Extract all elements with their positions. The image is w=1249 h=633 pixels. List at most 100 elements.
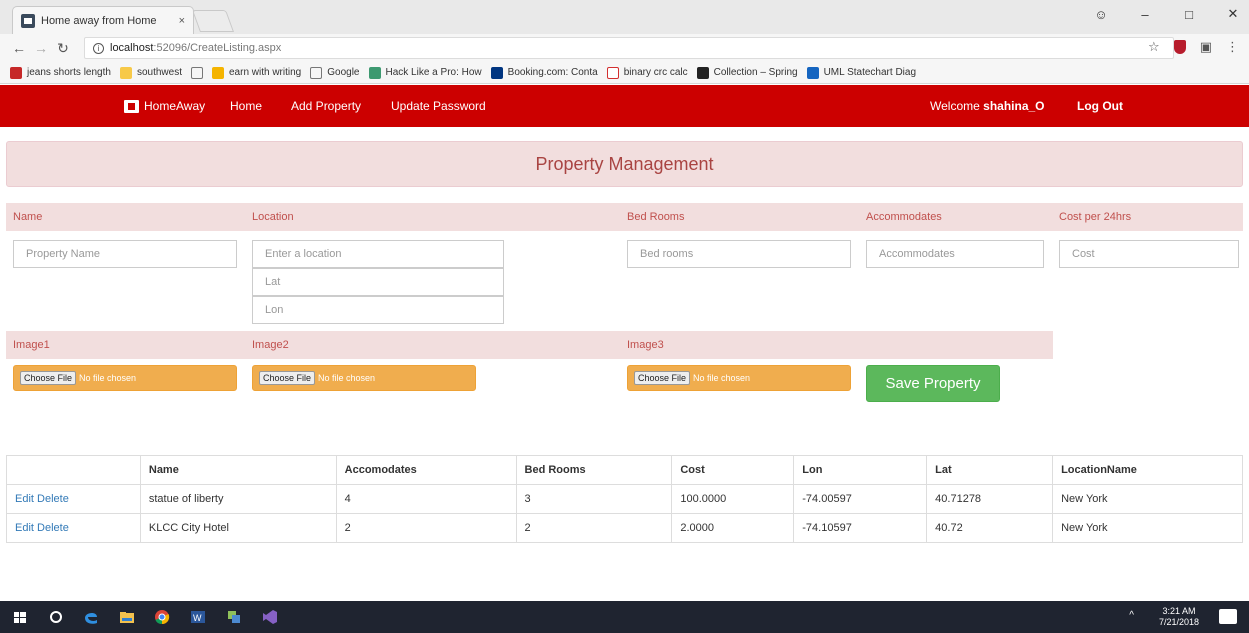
cell-lon: -74.10597 — [793, 513, 928, 543]
cell-cost: 100.0000 — [671, 484, 795, 514]
new-tab-button[interactable] — [191, 10, 235, 32]
row-actions: Edit Delete — [6, 513, 141, 543]
column-header: Cost — [671, 455, 795, 485]
maximize-icon[interactable]: □ — [1179, 7, 1199, 22]
info-icon[interactable]: i — [93, 42, 104, 54]
nav-home[interactable]: Home — [230, 99, 262, 113]
column-header: Name — [139, 455, 337, 485]
browser-tab[interactable]: Home away from Home × — [12, 6, 194, 34]
ublock-extension-icon[interactable] — [1173, 40, 1186, 54]
cell-accomodates: 2 — [335, 513, 517, 543]
lon-input[interactable]: Lon — [252, 296, 504, 324]
site-favicon-icon — [21, 13, 35, 28]
brand-link[interactable]: HomeAway — [124, 99, 205, 113]
property-name-input[interactable]: Property Name — [13, 240, 237, 268]
image1-file-input[interactable]: Choose File No file chosen — [13, 365, 237, 391]
site-navbar: HomeAway Home Add Property Update Passwo… — [0, 85, 1249, 127]
choose-file-button[interactable]: Choose File — [259, 371, 316, 385]
bookmark-item[interactable]: binary crc calc — [606, 66, 688, 79]
bookmark-item[interactable]: southwest — [119, 66, 182, 79]
bookmark-item[interactable]: Google — [310, 66, 360, 79]
save-property-button[interactable]: Save Property — [866, 365, 1000, 402]
clock-time: 3:21 AM — [1162, 606, 1196, 616]
bookmark-item[interactable]: Booking.com: Conta — [490, 66, 598, 79]
cell-lat: 40.72 — [926, 513, 1054, 543]
action-center-icon[interactable] — [1219, 609, 1237, 624]
bookmark-favicon-icon — [211, 66, 224, 79]
edge-browser-icon[interactable] — [83, 609, 99, 625]
back-icon[interactable]: ← — [8, 40, 30, 56]
column-header: Accomodates — [335, 455, 517, 485]
accommodates-input[interactable]: Accommodates — [866, 240, 1044, 268]
image2-file-input[interactable]: Choose File No file chosen — [252, 365, 476, 391]
tab-title: Home away from Home — [41, 14, 157, 27]
bookmark-favicon-icon — [119, 66, 132, 79]
windows-start-icon[interactable] — [12, 609, 28, 625]
image-label-band — [6, 331, 1053, 359]
bookmark-item[interactable]: UML Statechart Diag — [806, 66, 916, 79]
cost-input[interactable]: Cost — [1059, 240, 1239, 268]
image3-file-input[interactable]: Choose File No file chosen — [627, 365, 851, 391]
username: shahina_O — [983, 99, 1045, 113]
edit-link[interactable]: Edit — [15, 522, 34, 534]
location-input[interactable]: Enter a location — [252, 240, 504, 268]
bookmark-item[interactable] — [190, 66, 203, 79]
bookmark-favicon-icon — [696, 66, 709, 79]
choose-file-button[interactable]: Choose File — [634, 371, 691, 385]
cast-icon[interactable]: ▣ — [1200, 39, 1212, 55]
cell-location: New York — [1052, 484, 1243, 514]
edit-link[interactable]: Edit — [15, 493, 34, 505]
tray-overflow-icon[interactable]: ^ — [1129, 610, 1134, 621]
table-header-row: Name Accomodates Bed Rooms Cost Lon Lat … — [6, 455, 1243, 485]
cell-lon: -74.00597 — [793, 484, 928, 514]
minimize-icon[interactable]: – — [1135, 7, 1155, 22]
reload-icon[interactable]: ↻ — [52, 40, 74, 57]
bookmark-favicon-icon — [606, 66, 619, 79]
nav-add-property[interactable]: Add Property — [291, 99, 361, 113]
nav-update-password[interactable]: Update Password — [391, 99, 486, 113]
cell-lat: 40.71278 — [926, 484, 1054, 514]
address-path: :52096/CreateListing.aspx — [153, 42, 282, 54]
bookmark-favicon-icon — [806, 66, 819, 79]
file-explorer-icon[interactable] — [119, 609, 135, 625]
chrome-icon[interactable] — [154, 609, 170, 625]
delete-link[interactable]: Delete — [37, 522, 69, 534]
paint-app-icon[interactable] — [226, 609, 242, 625]
bedrooms-input[interactable]: Bed rooms — [627, 240, 851, 268]
forward-icon[interactable]: → — [30, 40, 52, 56]
delete-link[interactable]: Delete — [37, 493, 69, 505]
logout-link[interactable]: Log Out — [1077, 99, 1123, 113]
lat-input[interactable]: Lat — [252, 268, 504, 296]
cost-label: Cost per 24hrs — [1059, 211, 1132, 223]
cortana-search-icon[interactable] — [48, 609, 64, 625]
column-header: Lon — [793, 455, 928, 485]
bookmark-star-icon[interactable]: ☆ — [1148, 39, 1160, 55]
page-icon — [190, 66, 203, 79]
image1-label: Image1 — [13, 339, 50, 351]
bookmark-item[interactable]: Hack Like a Pro: How — [368, 66, 482, 79]
brand-name: HomeAway — [144, 99, 206, 113]
bookmarks-bar: jeans shorts length southwest earn with … — [0, 62, 1249, 84]
page-title: Property Management — [6, 141, 1243, 187]
bookmark-item[interactable]: earn with writing — [211, 66, 301, 79]
file-status: No file chosen — [693, 373, 751, 383]
welcome-text: Welcome shahina_O — [930, 99, 1045, 113]
word-icon[interactable]: W — [190, 609, 206, 625]
table-row: Edit Delete KLCC City Hotel 2 2 2.0000 -… — [6, 513, 1243, 543]
visual-studio-icon[interactable] — [262, 609, 278, 625]
svg-text:W: W — [193, 613, 202, 623]
tab-close-icon[interactable]: × — [179, 15, 185, 27]
system-clock[interactable]: 3:21 AM 7/21/2018 — [1159, 606, 1199, 628]
file-status: No file chosen — [318, 373, 376, 383]
bookmark-item[interactable]: Collection – Spring — [696, 66, 798, 79]
table-row: Edit Delete statue of liberty 4 3 100.00… — [6, 484, 1243, 514]
address-bar[interactable]: i localhost:52096/CreateListing.aspx — [84, 37, 1174, 59]
cell-name: KLCC City Hotel — [139, 513, 337, 543]
label-band — [6, 203, 1243, 231]
close-window-icon[interactable]: ✕ — [1223, 6, 1243, 22]
menu-icon[interactable]: ⋮ — [1226, 39, 1239, 55]
cell-location: New York — [1052, 513, 1243, 543]
choose-file-button[interactable]: Choose File — [20, 371, 77, 385]
bookmark-item[interactable]: jeans shorts length — [10, 66, 111, 79]
profile-icon[interactable]: ☺ — [1091, 7, 1111, 22]
